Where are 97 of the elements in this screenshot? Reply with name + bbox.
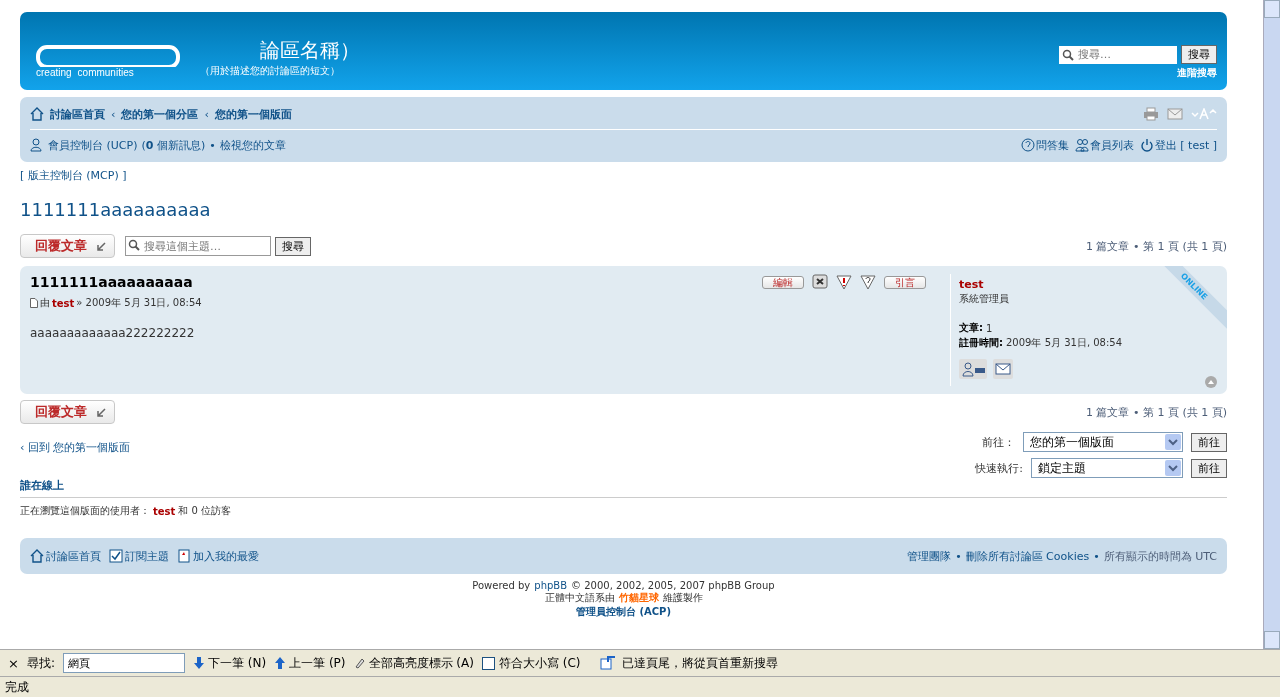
email-icon[interactable] [993,359,1013,379]
search-field[interactable]: 搜尋… [1059,45,1177,64]
power-icon [1139,138,1154,152]
arrow-down-icon [192,656,205,670]
quote-button[interactable]: 引言 [884,275,926,289]
dropdown[interactable]: 您的第一個版面 [1023,432,1183,452]
footer-link[interactable]: 訂閱主題 [125,548,169,564]
logo-tagline: creating [36,67,72,78]
footer-link[interactable]: 討論區首頁 [46,548,101,564]
match-case-label: 符合大小寫 (C) [498,654,581,672]
separator-dot: • [955,549,962,563]
pm-icon[interactable] [959,359,987,379]
messages-link[interactable]: (0 個新訊息) [141,137,206,153]
site-title: 論區名稱） [259,37,361,64]
footer-link[interactable]: 加入我的最愛 [193,548,259,564]
home-icon [30,107,44,121]
joined-label: 註冊時間: [959,336,1003,350]
match-case-checkbox[interactable] [481,656,495,670]
breadcrumb-link[interactable]: 您的第一個分區 [121,106,199,122]
question-icon[interactable] [860,274,876,290]
topic-title: 1111111aaaaaaaaaa [20,199,212,220]
reply-button[interactable]: 回覆文章 [20,400,115,424]
user-icon [30,138,44,152]
header-link[interactable]: 會員列表 [1089,137,1134,153]
mcp-link[interactable]: [ 版主控制台 (MCP) ] [20,168,127,183]
pagination-text: 1 篇文章 • 第 1 頁 (共 1 頁) [1085,238,1227,254]
arrow-up-icon [274,656,287,670]
next-button[interactable]: 下一筆 (N) [207,654,267,672]
bookmark-icon [177,549,191,563]
back-link[interactable]: ‹ 回到 您的第一個版面 [20,440,131,455]
post-icon [30,298,38,308]
warning-icon[interactable] [836,274,852,290]
home-icon [30,549,44,563]
post-date: » 2009年 5月 31日, 08:54 [76,296,202,310]
checkbox-icon [109,549,123,563]
close-button[interactable]: × [8,655,19,671]
search-button[interactable]: 搜尋 [1181,45,1217,64]
email-icon [1167,108,1183,120]
online-prefix: 正在瀏覽這個版面的使用者： [20,504,150,518]
post-author[interactable]: test [52,297,75,309]
section-title: 誰在線上 [20,478,1227,498]
members-icon [1074,138,1089,152]
advanced-search-link[interactable]: 進階搜尋 [1177,66,1217,80]
highlight-button[interactable]: 全部高亮度標示 (A) [368,654,474,672]
delete-icon[interactable] [812,274,828,290]
find-message: 已達頁尾，將從頁首重新搜尋 [622,654,779,672]
quick-mod-label: 快速執行: [975,460,1023,476]
translation-text: 維護製作 [662,591,703,605]
acp-link[interactable]: 管理員控制台 (ACP) [576,605,671,619]
jump-label: 前往： [982,434,1015,450]
post-content: aaaaaaaaaaaaa222222222 [30,326,196,340]
find-field[interactable]: 網頁 [62,653,185,673]
dropdown[interactable]: 鎖定主題 [1031,458,1183,478]
reply-button[interactable]: 回覆文章 [20,234,115,258]
site-description: （用於描述您的討論區的短文） [200,64,341,78]
arrow-icon [97,241,106,251]
posts-label: 文章: [959,321,983,335]
previous-button[interactable]: 上一筆 (P) [289,654,346,672]
delete-cookies-link[interactable]: 刪除所有討論區 Cookies [965,548,1090,564]
team-link[interactable]: 管理團隊 [907,548,952,564]
go-button[interactable]: 前往 [1191,458,1227,478]
find-label: 尋找: [26,654,55,672]
wrap-icon [600,656,617,670]
copyright-text: Powered by [472,580,531,591]
help-icon [1020,138,1035,152]
post-by: 由 [40,296,50,310]
posts-count: 1 [986,322,993,334]
logo-tagline: communities [77,67,134,78]
breadcrumb-link[interactable]: 您的第一個版面 [214,106,292,122]
topic-search-field[interactable]: 搜尋這個主題… [125,236,271,256]
edit-button[interactable]: 編輯 [762,275,804,289]
ucp-link[interactable]: 會員控制台 (UCP) [48,137,138,153]
joined-date: 2009年 5月 31日, 08:54 [1006,336,1123,350]
separator-dot: • [1093,549,1100,563]
copyright-text: © 2000, 2002, 2005, 2007 phpBB Group [571,580,775,591]
font-size-icon [1191,108,1217,120]
status-text: 完成 [5,678,29,696]
pagination-text: 1 篇文章 • 第 1 頁 (共 1 頁) [1085,404,1227,420]
print-icon [1143,107,1159,121]
post-subject: 1111111aaaaaaaaaa [30,274,193,290]
arrow-icon [97,407,106,417]
scrollbar[interactable] [1263,0,1280,649]
highlighter-icon [353,657,366,669]
breadcrumb-link[interactable]: 討論區首頁 [50,106,105,122]
breadcrumb-separator: ‹ [204,107,209,121]
online-user[interactable]: test [153,505,176,517]
header-link[interactable]: 登出 [ test ] [1154,137,1217,153]
own-posts-link[interactable]: 檢視您的文章 [219,137,286,153]
breadcrumb-separator: ‹ [111,107,116,121]
translation-text: 正體中文語系由 [544,591,615,605]
separator-dot: • [209,138,216,152]
online-suffix: 和 0 位訪客 [178,504,232,518]
search-button[interactable]: 搜尋 [275,236,311,256]
timezone-text: 所有顯示的時間為 UTC [1103,548,1217,564]
header-link[interactable]: 問答集 [1035,137,1069,153]
phpbb-link[interactable]: phpBB [534,580,568,591]
go-button[interactable]: 前往 [1191,432,1227,452]
